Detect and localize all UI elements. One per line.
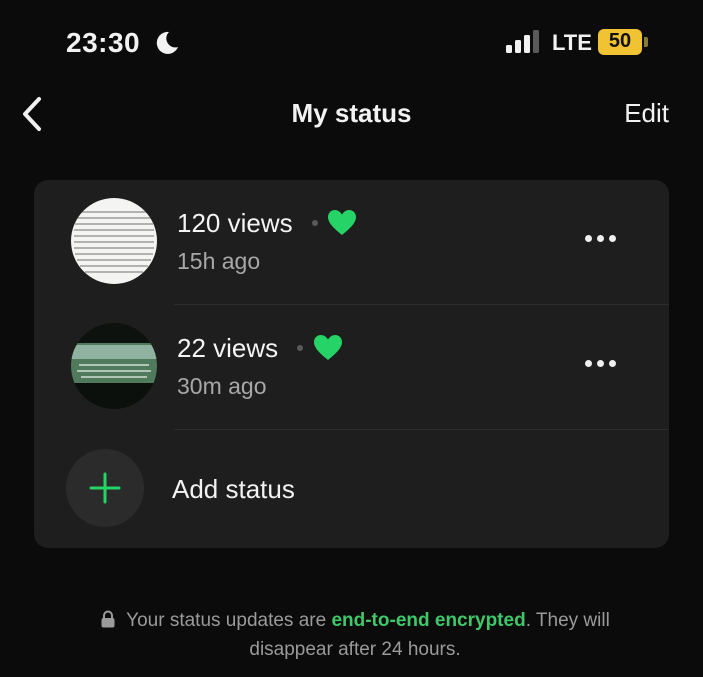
time-ago: 15h ago [177,248,261,274]
network-type: LTE [552,30,592,55]
clock: 23:30 [66,27,141,58]
separator-dot [297,345,303,351]
page-title: My status [291,98,412,128]
more-horizontal-icon[interactable] [583,357,619,371]
screen: 23:30 LTE 50 My status Edit 120 views 15… [0,0,703,677]
separator-dot [312,220,318,226]
more-horizontal-icon[interactable] [583,232,619,246]
notice-text-before: Your status updates are [126,610,332,631]
status-thumbnail [71,198,157,284]
edit-button[interactable]: Edit [624,98,669,129]
add-status-button[interactable]: Add status [34,430,669,548]
add-status-circle [66,449,144,527]
lock-icon [101,610,115,628]
moon-icon [156,31,178,54]
signal-bars-icon [506,30,539,53]
green-heart-icon [314,335,342,360]
battery-charging-icon: 50 [598,29,650,55]
status-thumbnail [71,323,157,409]
green-heart-icon [328,210,356,235]
status-bar: 23:30 LTE 50 [0,0,703,80]
status-item[interactable]: 22 views 30m ago [34,305,669,429]
battery-level: 50 [608,30,632,52]
view-count: 22 views [177,333,279,363]
encryption-link[interactable]: end-to-end encrypted [331,610,525,631]
add-status-label: Add status [172,474,295,504]
encryption-notice: Your status updates are end-to-end encry… [60,606,650,664]
status-item[interactable]: 120 views 15h ago [34,180,669,304]
status-list-card: 120 views 15h ago 22 views 30m ago Add s… [34,180,669,548]
view-count: 120 views [177,208,293,238]
plus-icon [89,472,121,504]
battery-tip [644,37,648,47]
time-ago: 30m ago [177,373,267,399]
